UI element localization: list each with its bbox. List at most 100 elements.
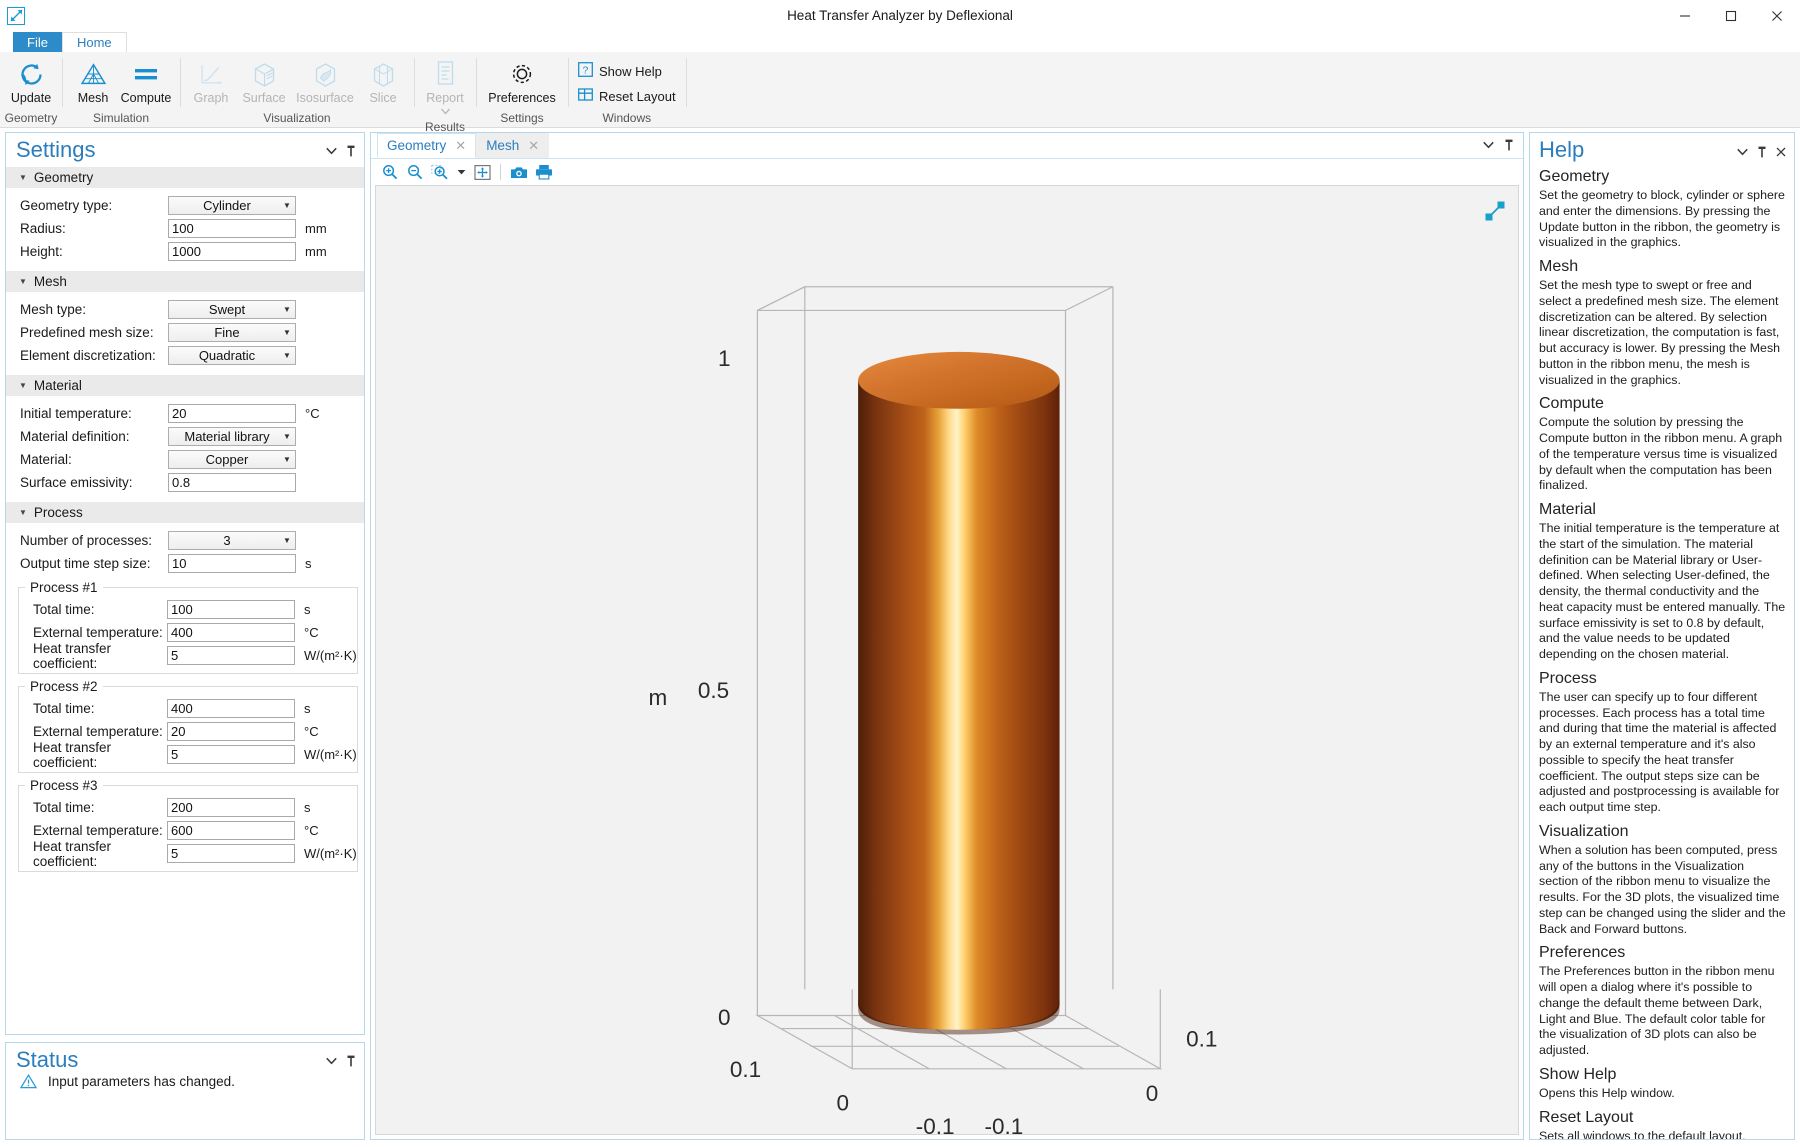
reset-layout-button[interactable]: Reset Layout (574, 85, 680, 107)
p3-heat-transfer-coefficient-input[interactable] (167, 844, 295, 863)
field-label: Surface emissivity: (20, 475, 168, 490)
section-title-geometry: Geometry (34, 170, 93, 185)
left-dock-column: Settings ▼ Geometry (5, 132, 365, 1140)
output-time-step-size-input[interactable] (168, 554, 296, 573)
compute-button[interactable]: Compute (118, 56, 174, 105)
resize-handle-icon[interactable] (1484, 200, 1506, 225)
zoom-extents-icon[interactable] (471, 162, 493, 183)
close-icon[interactable] (1776, 147, 1786, 160)
mesh-type-select[interactable]: Swept ▼ (168, 300, 296, 319)
section-header-mesh[interactable]: ▼ Mesh (6, 271, 364, 292)
isosurface-cube-icon (312, 59, 339, 89)
field-unit: W/(m²·K) (295, 648, 357, 663)
z-tick-1: 1 (718, 346, 731, 371)
chevron-down-icon[interactable] (1737, 148, 1748, 159)
pin-icon[interactable] (1757, 146, 1767, 161)
y-tick-0: 0 (1146, 1081, 1159, 1106)
update-button[interactable]: Update (6, 56, 56, 105)
section-body-process: Number of processes: 3 ▼ Output time ste… (6, 523, 364, 884)
help-text-material: The initial temperature is the temperatu… (1539, 521, 1786, 663)
zoom-in-icon[interactable] (379, 162, 401, 183)
graphics-tab-mesh[interactable]: Mesh ✕ (476, 133, 549, 158)
ribbon-tab-home[interactable]: Home (62, 32, 127, 52)
chevron-down-icon[interactable] (326, 1057, 337, 1068)
close-button[interactable] (1754, 0, 1800, 32)
p1-total-time-input[interactable] (167, 600, 295, 619)
z-axis-label: m (648, 685, 667, 710)
material-select[interactable]: Copper ▼ (168, 450, 296, 469)
p3-external-temperature-input[interactable] (167, 821, 295, 840)
ribbon: Update Geometry Mesh (0, 52, 1800, 128)
slice-button[interactable]: Slice (358, 56, 408, 105)
chevron-down-icon[interactable] (1483, 140, 1494, 152)
close-icon[interactable]: ✕ (455, 138, 466, 154)
process-group-1: Process #1 Total time: s External temper… (18, 580, 358, 674)
radius-input[interactable] (168, 219, 296, 238)
graphics-tab-mesh-label: Mesh (486, 138, 519, 153)
field-label: Heat transfer coefficient: (33, 740, 167, 770)
surface-button[interactable]: Surface (236, 56, 292, 105)
initial-temperature-input[interactable] (168, 404, 296, 423)
graphics-panel-controls (1483, 133, 1514, 159)
field-unit: °C (295, 625, 319, 640)
p2-heat-transfer-coefficient-input[interactable] (167, 745, 295, 764)
chevron-down-icon[interactable] (454, 162, 468, 183)
help-heading-preferences: Preferences (1539, 944, 1786, 962)
compute-label: Compute (121, 91, 172, 105)
svg-text:?: ? (582, 64, 588, 76)
mesh-button[interactable]: Mesh (68, 56, 118, 105)
graph-button[interactable]: Graph (186, 56, 236, 105)
geometry-type-select[interactable]: Cylinder ▼ (168, 196, 296, 215)
p1-external-temperature-input[interactable] (167, 623, 295, 642)
report-button[interactable]: Report (420, 56, 470, 118)
material-definition-select[interactable]: Material library ▼ (168, 427, 296, 446)
chevron-down-icon[interactable] (326, 147, 337, 158)
surface-emissivity-input[interactable] (168, 473, 296, 492)
predefined-mesh-size-select[interactable]: Fine ▼ (168, 323, 296, 342)
section-header-material[interactable]: ▼ Material (6, 375, 364, 396)
pin-icon[interactable] (346, 145, 356, 160)
select-value: Material library (169, 429, 279, 444)
p1-heat-transfer-coefficient-input[interactable] (167, 646, 295, 665)
graphics-canvas[interactable]: 1 0.5 0 m 0.1 0 -0.1 m 0.1 0 -0.1 m (375, 185, 1519, 1135)
show-help-button[interactable]: ? Show Help (574, 60, 680, 82)
preferences-button[interactable]: Preferences (482, 56, 562, 105)
maximize-button[interactable] (1708, 0, 1754, 32)
line-graph-icon (198, 59, 225, 89)
camera-icon[interactable] (508, 162, 530, 183)
minimize-button[interactable] (1662, 0, 1708, 32)
field-radius: Radius: mm (6, 217, 364, 240)
field-material: Material: Copper ▼ (6, 448, 364, 471)
close-icon[interactable]: ✕ (528, 138, 539, 154)
graphics-tab-geometry[interactable]: Geometry ✕ (377, 133, 476, 158)
p2-external-temperature-input[interactable] (167, 722, 295, 741)
section-header-process[interactable]: ▼ Process (6, 502, 364, 523)
field-output-time-step-size: Output time step size: s (6, 552, 364, 575)
chevron-down-icon[interactable] (441, 103, 450, 118)
ribbon-group-windows-title: Windows (568, 109, 686, 127)
height-input[interactable] (168, 242, 296, 261)
field-p3-total-time: Total time: s (19, 796, 357, 819)
field-unit: s (295, 602, 311, 617)
number-of-processes-select[interactable]: 3 ▼ (168, 531, 296, 550)
help-text-process: The user can specify up to four differen… (1539, 690, 1786, 816)
field-surface-emissivity: Surface emissivity: (6, 471, 364, 494)
element-discretization-select[interactable]: Quadratic ▼ (168, 346, 296, 365)
p2-total-time-input[interactable] (167, 699, 295, 718)
ribbon-tab-file[interactable]: File (13, 32, 62, 52)
pin-icon[interactable] (1504, 139, 1514, 154)
field-label: External temperature: (33, 724, 167, 739)
zoom-box-icon[interactable] (429, 162, 451, 183)
p3-total-time-input[interactable] (167, 798, 295, 817)
zoom-out-icon[interactable] (404, 162, 426, 183)
help-text-compute: Compute the solution by pressing the Com… (1539, 415, 1786, 494)
field-label: Material: (20, 452, 168, 467)
isosurface-button[interactable]: Isosurface (292, 56, 358, 105)
section-header-geometry[interactable]: ▼ Geometry (6, 167, 364, 188)
printer-icon[interactable] (533, 162, 555, 183)
field-p1-heat-transfer-coefficient: Heat transfer coefficient: W/(m²·K) (19, 644, 357, 667)
window-title: Heat Transfer Analyzer by Deflexional (0, 8, 1800, 23)
refresh-icon (18, 59, 45, 89)
pin-icon[interactable] (346, 1055, 356, 1070)
process-group-3-legend: Process #3 (25, 778, 103, 793)
